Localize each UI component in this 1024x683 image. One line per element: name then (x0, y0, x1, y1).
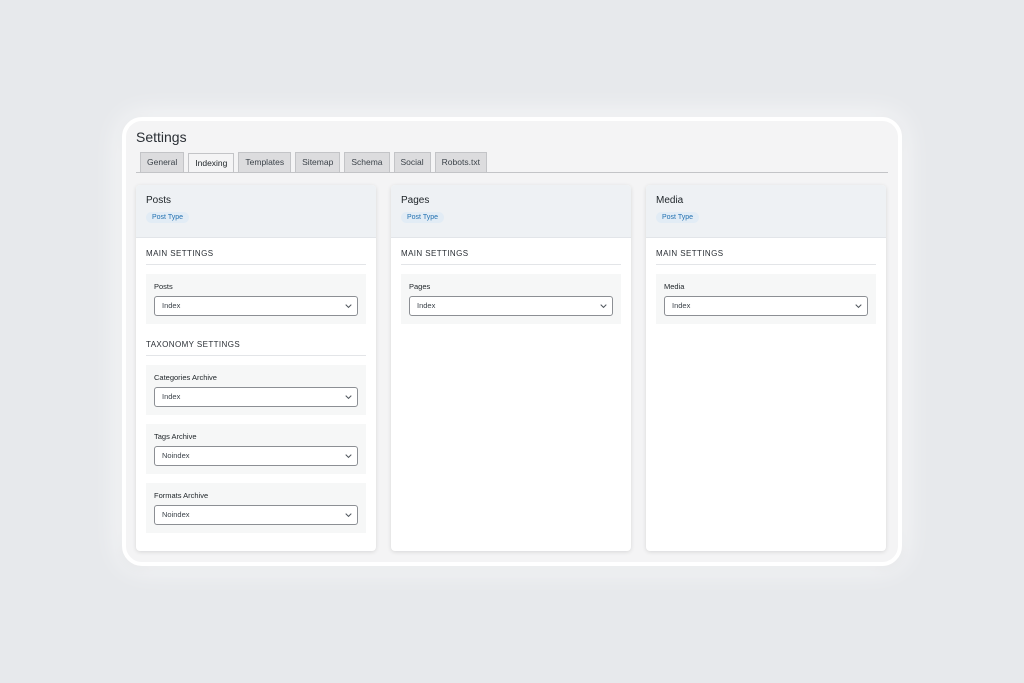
tags-archive-value: Noindex (162, 451, 190, 460)
tags-archive-select[interactable]: Noindex (154, 446, 358, 466)
tags-archive-label: Tags Archive (154, 432, 197, 441)
media-field: Media Index (656, 274, 876, 324)
posts-card-title: Posts (146, 195, 172, 206)
posts-field-label: Posts (154, 282, 173, 291)
tab-social[interactable]: Social (393, 152, 431, 172)
tab-general[interactable]: General (140, 152, 185, 172)
chevron-down-icon (345, 395, 352, 400)
posts-select-value: Index (162, 301, 181, 310)
tab-divider (136, 172, 888, 173)
taxonomy-settings-heading: TAXONOMY SETTINGS (146, 340, 366, 356)
tags-archive-field: Tags Archive Noindex (146, 424, 366, 474)
tab-sitemap[interactable]: Sitemap (295, 152, 341, 172)
posts-card: Posts Post Type MAIN SETTINGS Posts Inde… (136, 185, 376, 551)
main-settings-heading: MAIN SETTINGS (401, 249, 621, 265)
formats-archive-field: Formats Archive Noindex (146, 483, 366, 533)
tab-bar: General Indexing Templates Sitemap Schem… (140, 152, 487, 173)
post-type-badge: Post Type (146, 212, 190, 223)
formats-archive-label: Formats Archive (154, 491, 209, 500)
pages-select[interactable]: Index (409, 296, 613, 316)
main-settings-heading: MAIN SETTINGS (146, 249, 366, 265)
categories-archive-label: Categories Archive (154, 373, 217, 382)
main-settings-heading: MAIN SETTINGS (656, 249, 876, 265)
post-type-badge: Post Type (401, 212, 445, 223)
tab-schema[interactable]: Schema (344, 152, 390, 172)
chevron-down-icon (855, 304, 862, 309)
media-select[interactable]: Index (664, 296, 868, 316)
formats-archive-select[interactable]: Noindex (154, 505, 358, 525)
categories-archive-field: Categories Archive Index (146, 365, 366, 415)
pages-field-label: Pages (409, 282, 431, 291)
pages-select-value: Index (417, 301, 436, 310)
formats-archive-value: Noindex (162, 510, 190, 519)
posts-field: Posts Index (146, 274, 366, 324)
tab-robots-txt[interactable]: Robots.txt (434, 152, 487, 172)
media-card-title: Media (656, 195, 684, 206)
tab-indexing[interactable]: Indexing (188, 153, 235, 173)
media-field-label: Media (664, 282, 685, 291)
media-card: Media Post Type MAIN SETTINGS Media Inde… (646, 185, 886, 551)
categories-archive-select[interactable]: Index (154, 387, 358, 407)
pages-card: Pages Post Type MAIN SETTINGS Pages Inde… (391, 185, 631, 551)
settings-window: Settings General Indexing Templates Site… (122, 117, 902, 566)
pages-card-title: Pages (401, 195, 430, 206)
posts-select[interactable]: Index (154, 296, 358, 316)
chevron-down-icon (345, 513, 352, 518)
categories-archive-value: Index (162, 392, 181, 401)
tab-templates[interactable]: Templates (238, 152, 292, 172)
page-title: Settings (136, 129, 187, 145)
chevron-down-icon (345, 454, 352, 459)
chevron-down-icon (345, 304, 352, 309)
pages-card-header: Pages Post Type (391, 185, 631, 238)
posts-card-header: Posts Post Type (136, 185, 376, 238)
media-select-value: Index (672, 301, 691, 310)
chevron-down-icon (600, 304, 607, 309)
pages-field: Pages Index (401, 274, 621, 324)
media-card-header: Media Post Type (646, 185, 886, 238)
post-type-badge: Post Type (656, 212, 700, 223)
